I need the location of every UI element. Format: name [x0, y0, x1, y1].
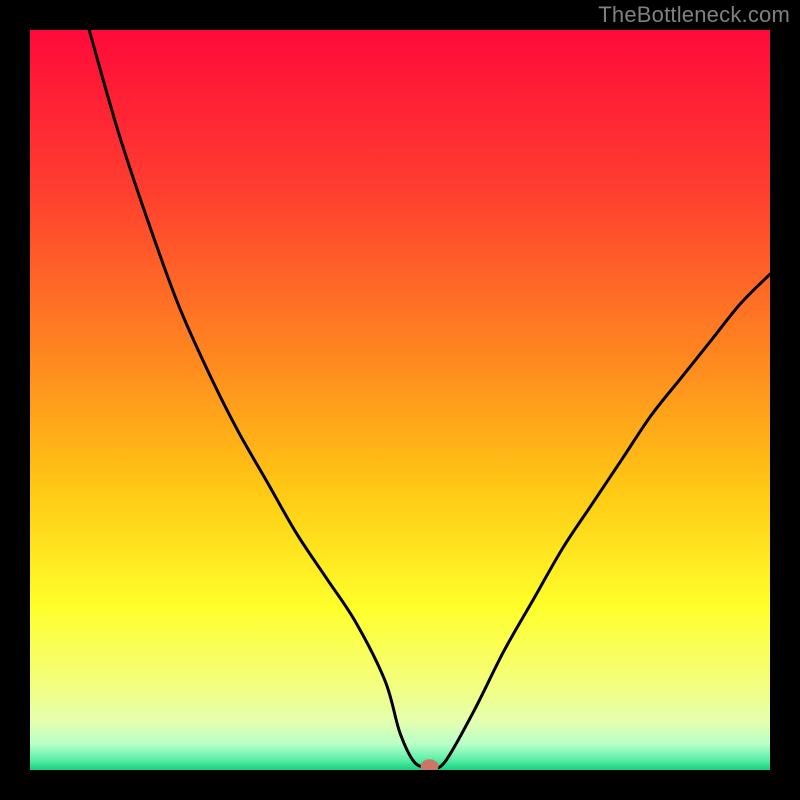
gradient-background [30, 30, 770, 770]
bottleneck-chart [30, 30, 770, 770]
chart-frame: TheBottleneck.com [0, 0, 800, 800]
watermark-text: TheBottleneck.com [598, 2, 790, 28]
